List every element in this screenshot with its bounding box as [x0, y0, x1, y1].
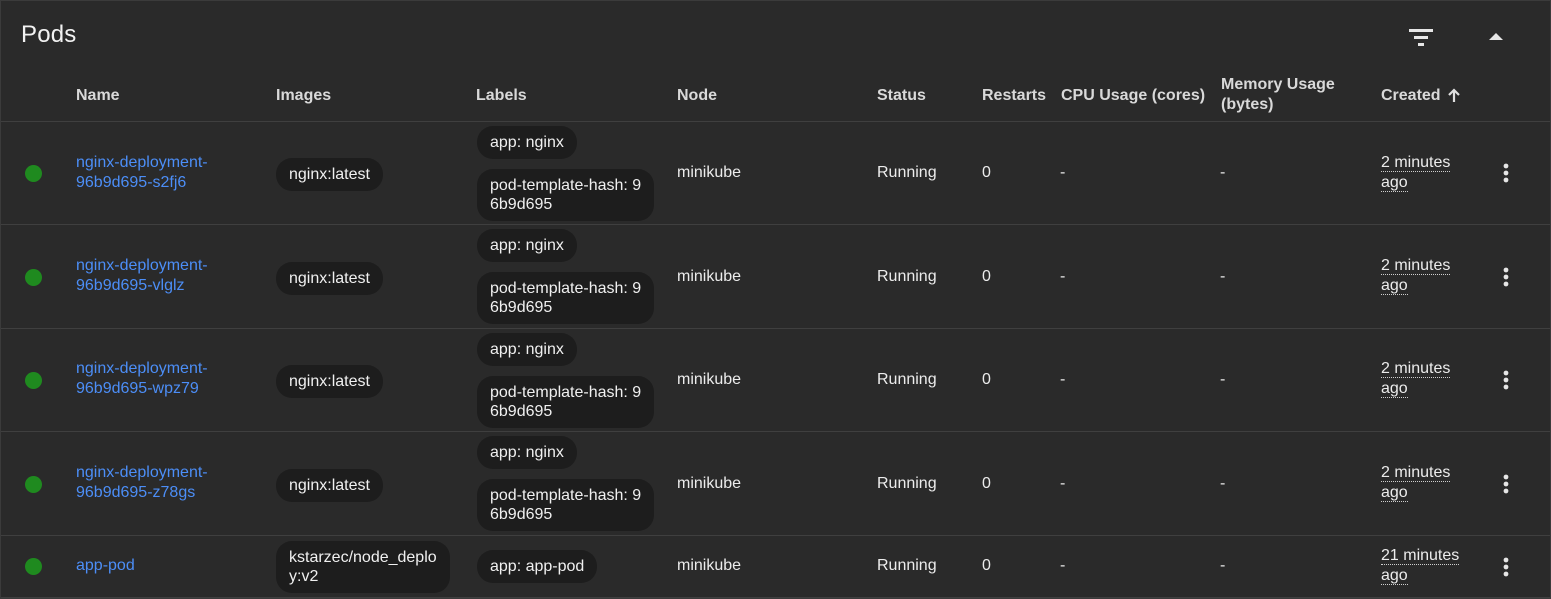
memory-value: - — [1220, 557, 1226, 574]
arrow-up-icon — [1447, 88, 1460, 102]
status-running-icon — [25, 558, 42, 575]
filter-icon — [1409, 29, 1433, 46]
node-value: minikube — [677, 371, 742, 388]
label-chip-hash: pod-template-hash: 9 6b9d695 — [477, 376, 655, 428]
restarts-value: 0 — [982, 475, 991, 492]
status-running-icon — [25, 372, 42, 389]
image-chip: nginx:latest — [276, 262, 383, 295]
label-chip-hash: pod-template-hash: 9 6b9d695 — [477, 272, 655, 324]
more-vert-icon — [1503, 267, 1509, 287]
restarts-value: 0 — [982, 557, 991, 574]
created-value: 21 minutes ago — [1381, 547, 1460, 585]
image-chip: nginx:latest — [276, 365, 383, 398]
status-running-icon — [25, 165, 42, 182]
more-vert-icon — [1503, 370, 1509, 390]
restarts-value: 0 — [982, 164, 991, 181]
image-chip: nginx:latest — [276, 469, 383, 502]
image-chip: kstarzec/node_deplo y:v2 — [276, 541, 450, 593]
label-chip-app: app: nginx — [477, 436, 577, 469]
label-chip-hash: pod-template-hash: 9 6b9d695 — [477, 169, 655, 221]
column-header-cpu: CPU Usage (cores) — [1061, 87, 1206, 104]
memory-value: - — [1220, 268, 1226, 285]
pod-name-link[interactable]: nginx-deployment- 96b9d695-vlglz — [76, 256, 208, 296]
node-value: minikube — [677, 164, 742, 181]
column-header-memory-line1: Memory Usage — [1221, 76, 1335, 93]
pod-name-link[interactable]: app-pod — [76, 556, 135, 576]
cpu-value: - — [1060, 268, 1066, 285]
status-value: Running — [877, 268, 937, 285]
restarts-value: 0 — [982, 268, 991, 285]
label-chip-app: app: nginx — [477, 229, 577, 262]
page-title: Pods — [21, 21, 77, 48]
more-vert-icon — [1503, 557, 1509, 577]
column-header-status: Status — [877, 87, 926, 104]
row-menu-button[interactable] — [1491, 469, 1521, 499]
column-header-memory-line2: (bytes) — [1221, 96, 1274, 113]
pod-name-link[interactable]: nginx-deployment- 96b9d695-wpz79 — [76, 359, 208, 399]
cpu-value: - — [1060, 164, 1066, 181]
status-value: Running — [877, 475, 937, 492]
status-value: Running — [877, 371, 937, 388]
row-menu-button[interactable] — [1491, 552, 1521, 582]
table-row[interactable]: nginx-deployment- 96b9d695-s2fj6 nginx:la… — [1, 122, 1550, 225]
cpu-value: - — [1060, 371, 1066, 388]
pod-name-link[interactable]: nginx-deployment- 96b9d695-s2fj6 — [76, 153, 208, 193]
column-header-restarts: Restarts — [982, 87, 1047, 104]
row-menu-button[interactable] — [1491, 158, 1521, 188]
column-header-node: Node — [677, 87, 717, 104]
card-header: Pods — [1, 1, 1550, 69]
row-menu-button[interactable] — [1491, 365, 1521, 395]
pod-name-link[interactable]: nginx-deployment- 96b9d695-z78gs — [76, 463, 208, 503]
label-chip-hash: pod-template-hash: 9 6b9d695 — [477, 479, 655, 531]
collapse-button[interactable] — [1476, 17, 1516, 57]
column-header-created-label: Created — [1381, 87, 1441, 104]
more-vert-icon — [1503, 474, 1509, 494]
image-chip: nginx:latest — [276, 158, 383, 191]
created-value: 2 minutes ago — [1381, 464, 1451, 502]
column-header-name[interactable]: Name — [76, 86, 120, 106]
chevron-up-icon — [1489, 33, 1503, 40]
column-header-memory: Memory Usage (bytes) — [1221, 75, 1335, 115]
created-value: 2 minutes ago — [1381, 257, 1451, 295]
column-header-images: Images — [276, 87, 332, 104]
row-menu-button[interactable] — [1491, 262, 1521, 292]
status-value: Running — [877, 557, 937, 574]
table-row[interactable]: nginx-deployment- 96b9d695-vlglz nginx:la… — [1, 225, 1550, 329]
memory-value: - — [1220, 164, 1226, 181]
filter-button[interactable] — [1401, 17, 1441, 57]
node-value: minikube — [677, 557, 742, 574]
status-running-icon — [25, 269, 42, 286]
label-chip-app: app: app-pod — [477, 550, 598, 583]
table-row[interactable]: app-pod kstarzec/node_deplo y:v2 app: app… — [1, 536, 1550, 598]
pods-card: Pods Name Images Labels Node Status Rest… — [0, 0, 1551, 599]
node-value: minikube — [677, 475, 742, 492]
column-header-created[interactable]: Created — [1381, 86, 1461, 106]
cpu-value: - — [1060, 557, 1066, 574]
created-value: 2 minutes ago — [1381, 154, 1451, 192]
restarts-value: 0 — [982, 371, 991, 388]
table-row[interactable]: nginx-deployment- 96b9d695-z78gs nginx:la… — [1, 432, 1550, 536]
created-value: 2 minutes ago — [1381, 360, 1451, 398]
memory-value: - — [1220, 475, 1226, 492]
node-value: minikube — [677, 268, 742, 285]
table-header: Name Images Labels Node Status Restarts … — [1, 71, 1550, 122]
status-value: Running — [877, 164, 937, 181]
cpu-value: - — [1060, 475, 1066, 492]
label-chip-app: app: nginx — [477, 126, 577, 159]
table-row[interactable]: nginx-deployment- 96b9d695-wpz79 nginx:la… — [1, 329, 1550, 432]
memory-value: - — [1220, 371, 1226, 388]
column-header-labels: Labels — [476, 87, 527, 104]
more-vert-icon — [1503, 163, 1509, 183]
status-running-icon — [25, 476, 42, 493]
label-chip-app: app: nginx — [477, 333, 577, 366]
